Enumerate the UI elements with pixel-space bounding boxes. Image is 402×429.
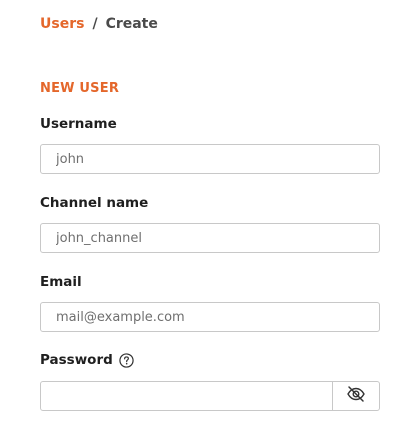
create-user-page: Users / Create NEW USER Username Channel… [0, 0, 402, 429]
password-label: Password [40, 352, 134, 368]
password-field [40, 381, 380, 411]
breadcrumb-users-link[interactable]: Users [40, 16, 84, 32]
section-title: NEW USER [40, 81, 120, 96]
channel-name-label-text: Channel name [40, 195, 149, 211]
channel-name-label: Channel name [40, 195, 148, 211]
username-label: Username [40, 116, 117, 132]
password-input[interactable] [41, 382, 332, 410]
breadcrumb: Users / Create [40, 16, 158, 32]
channel-name-input[interactable] [40, 223, 380, 253]
password-label-text: Password [40, 352, 113, 368]
toggle-password-visibility-button[interactable] [332, 382, 379, 410]
username-label-text: Username [40, 116, 117, 132]
email-input[interactable] [40, 302, 380, 332]
eye-off-icon [346, 385, 366, 407]
question-circle-icon[interactable] [119, 352, 134, 368]
breadcrumb-current: Create [105, 16, 158, 32]
email-label-text: Email [40, 274, 82, 290]
username-input[interactable] [40, 144, 380, 174]
breadcrumb-separator: / [92, 16, 98, 32]
email-label: Email [40, 274, 82, 290]
